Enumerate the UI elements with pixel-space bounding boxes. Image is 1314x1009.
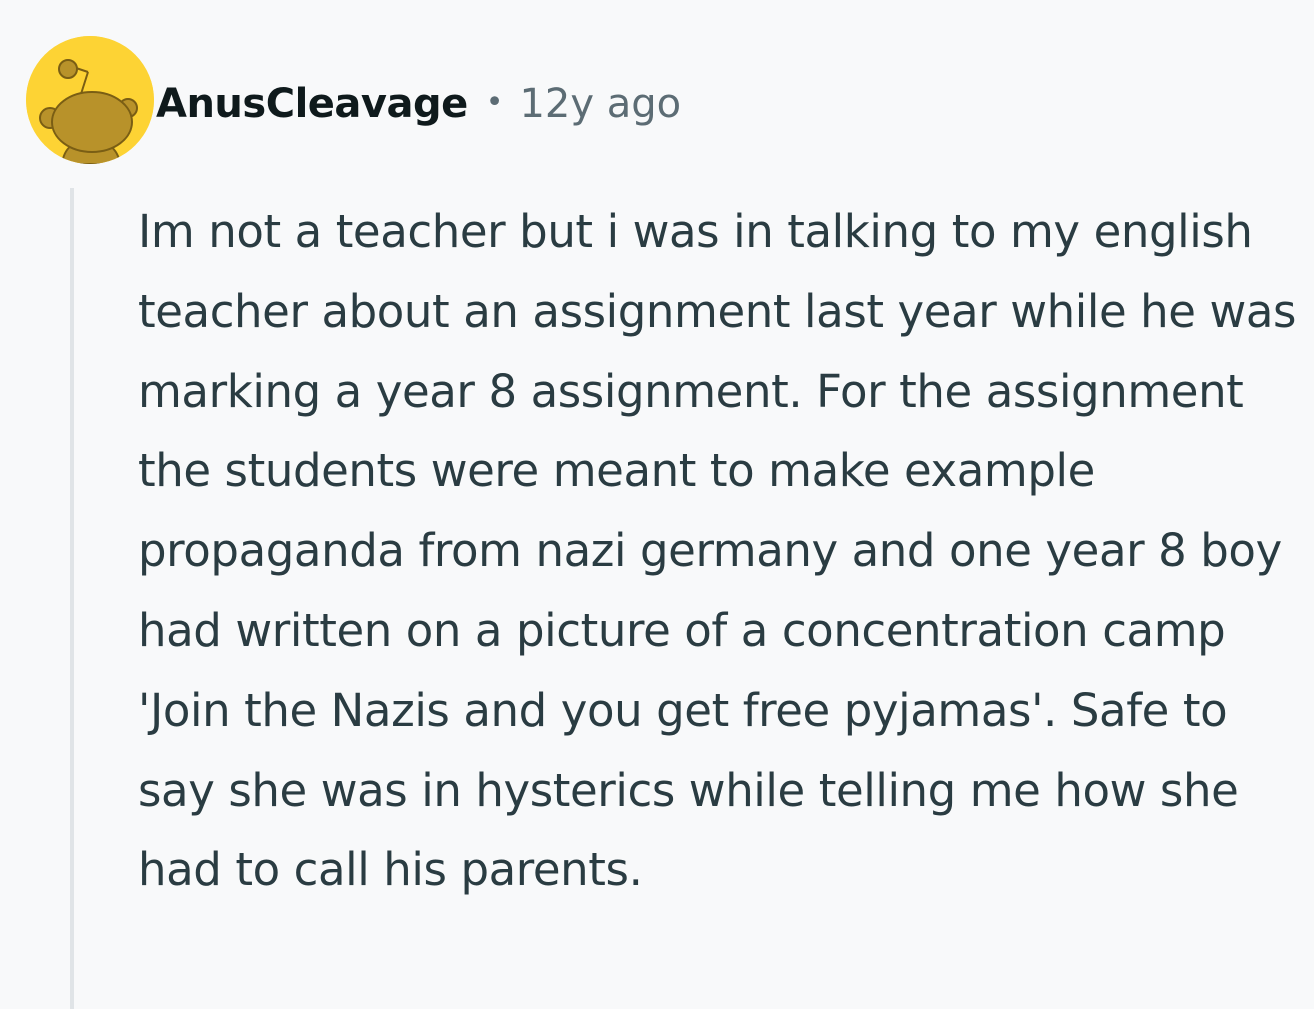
username-link[interactable]: AnusCleavage <box>156 81 468 127</box>
comment: AnusCleavage • 12y ago Im not a teacher … <box>0 0 1314 1009</box>
snoo-avatar-icon <box>26 36 154 164</box>
comment-timestamp[interactable]: 12y ago <box>519 81 681 127</box>
comment-header: AnusCleavage • 12y ago <box>156 72 681 136</box>
comment-text: Im not a teacher but i was in talking to… <box>138 205 1297 897</box>
meta-separator: • <box>485 84 504 120</box>
thread-collapse-line[interactable] <box>70 188 74 1009</box>
comment-body: Im not a teacher but i was in talking to… <box>138 192 1304 910</box>
user-avatar[interactable] <box>26 36 154 164</box>
